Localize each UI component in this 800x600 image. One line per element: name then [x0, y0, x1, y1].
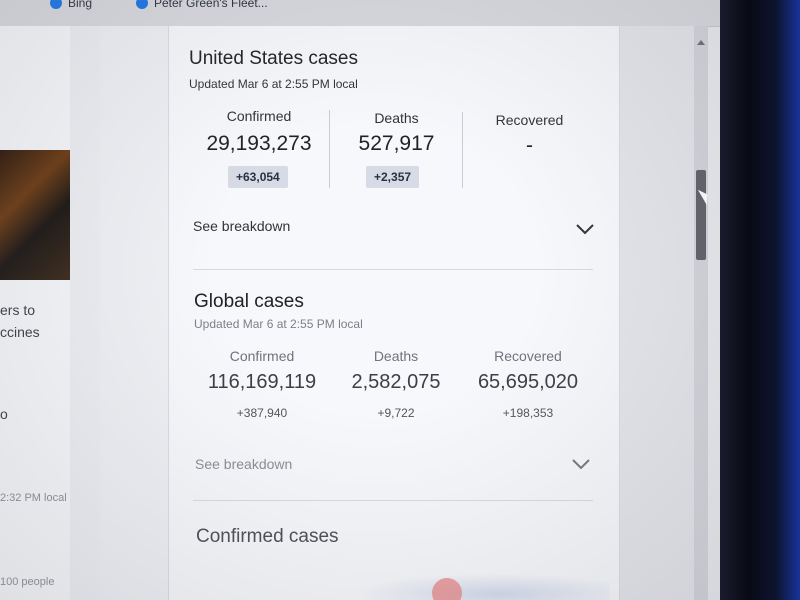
- confirmed-cases-title: Confirmed cases: [196, 526, 339, 547]
- chevron-down-icon[interactable]: [571, 458, 591, 470]
- section-divider: [193, 269, 593, 270]
- us-recovered-value: -: [526, 134, 533, 157]
- global-see-breakdown[interactable]: See breakdown: [195, 456, 292, 472]
- global-deaths-delta: +9,722: [377, 406, 415, 420]
- global-deaths-label: Deaths: [373, 348, 419, 364]
- news-timestamp: 2:32 PM local: [0, 492, 67, 504]
- us-deaths-delta: +2,357: [366, 166, 420, 188]
- section-divider: [193, 500, 593, 501]
- global-recovered-delta: +198,353: [502, 406, 554, 420]
- us-confirmed-value: 29,193,273: [206, 132, 312, 155]
- news-people-count: 100 people: [0, 576, 55, 588]
- left-news-panel: ers to ccines o 2:32 PM local 100 people: [0, 26, 100, 600]
- us-deaths-value: 527,917: [358, 132, 435, 155]
- us-deaths-label: Deaths: [374, 110, 419, 126]
- us-cases-title: United States cases: [189, 48, 358, 69]
- us-confirmed-delta: +63,054: [228, 166, 288, 188]
- news-headline-line2[interactable]: ccines: [0, 324, 40, 340]
- us-updated-text: Updated Mar 6 at 2:55 PM local: [189, 77, 358, 91]
- news-headline-line1[interactable]: ers to: [0, 302, 35, 318]
- monitor-bezel: [720, 0, 800, 600]
- us-confirmed-label: Confirmed: [226, 108, 292, 124]
- map-marker: [432, 578, 462, 600]
- us-see-breakdown[interactable]: See breakdown: [193, 218, 290, 234]
- global-confirmed-value: 116,169,119: [207, 371, 317, 393]
- map-preview: [330, 570, 610, 600]
- global-updated-text: Updated Mar 6 at 2:55 PM local: [194, 317, 363, 331]
- covid-stats-card: United States cases Updated Mar 6 at 2:5…: [168, 26, 620, 600]
- scrollbar[interactable]: [694, 26, 708, 600]
- chevron-down-icon[interactable]: [575, 223, 595, 235]
- bookmark-label: Peter Green's Fleet...: [154, 0, 268, 10]
- stat-divider: [462, 112, 463, 188]
- bookmark-favicon-icon: [136, 0, 148, 9]
- global-confirmed-delta: +387,940: [236, 406, 288, 420]
- page-margin: [620, 26, 698, 600]
- news-snippet: o: [0, 406, 8, 422]
- global-cases-title: Global cases: [194, 291, 304, 312]
- main-content: United States cases Updated Mar 6 at 2:5…: [100, 26, 620, 600]
- us-recovered-label: Recovered: [495, 112, 564, 128]
- global-confirmed-label: Confirmed: [229, 348, 295, 364]
- news-thumbnail[interactable]: [0, 150, 70, 280]
- browser-viewport: Bing Peter Green's Fleet... ers to ccine…: [0, 0, 720, 600]
- global-recovered-value: 65,695,020: [477, 371, 579, 393]
- bookmark-label: Bing: [68, 0, 93, 10]
- bookmark-bing[interactable]: Bing: [50, 0, 92, 10]
- bookmarks-bar: Bing Peter Green's Fleet...: [0, 0, 720, 27]
- bookmark-peter-green[interactable]: Peter Green's Fleet...: [136, 0, 268, 10]
- news-card[interactable]: ers to ccines o 2:32 PM local 100 people: [0, 26, 70, 600]
- bing-icon: [50, 0, 62, 9]
- global-deaths-value: 2,582,075: [351, 371, 441, 393]
- stat-divider: [329, 110, 330, 188]
- global-recovered-label: Recovered: [494, 348, 562, 364]
- scrollbar-thumb[interactable]: [696, 170, 706, 260]
- scroll-up-icon[interactable]: [697, 40, 705, 45]
